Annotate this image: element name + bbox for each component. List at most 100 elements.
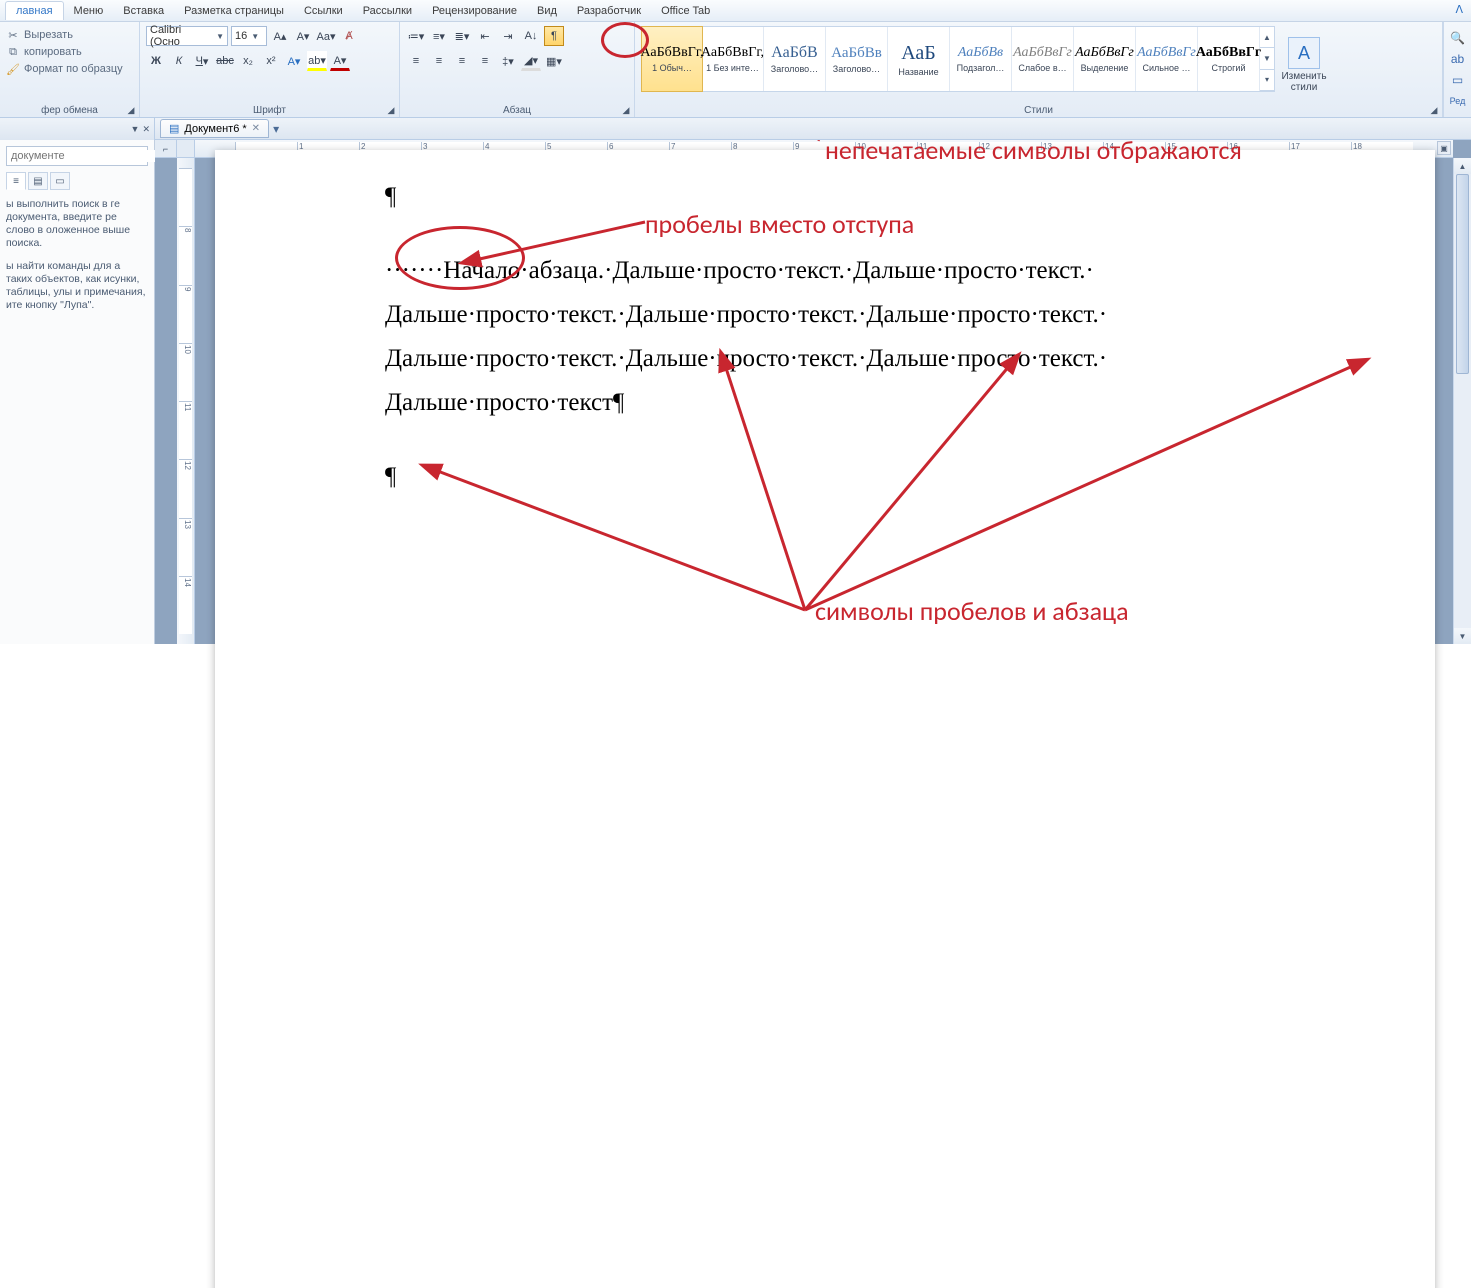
ruler-tick: 10: [179, 343, 192, 401]
document-tab[interactable]: ▤ Документ6 * ✕: [160, 119, 269, 138]
style-preview: АаБбВвГг,: [641, 45, 704, 61]
text-effects-button[interactable]: A▾: [284, 51, 304, 71]
minimize-ribbon-icon[interactable]: ᐱ: [1455, 3, 1463, 16]
numbering-button[interactable]: ≡▾: [429, 26, 449, 46]
cut-button[interactable]: ✂Вырезать: [6, 28, 123, 42]
align-center-button[interactable]: ≡: [429, 51, 449, 71]
search-input[interactable]: [7, 150, 157, 162]
group-font-label: Шрифт: [253, 105, 286, 116]
find-icon[interactable]: 🔍: [1450, 30, 1466, 46]
gallery-more-icon[interactable]: ▾: [1260, 70, 1274, 91]
line-spacing-button[interactable]: ‡▾: [498, 51, 518, 71]
style-preview: АаБбВвГг: [1075, 45, 1134, 61]
vertical-ruler[interactable]: 8 9 10 11 12 13 14: [177, 158, 195, 644]
sort-button[interactable]: A↓: [521, 26, 541, 46]
style-name: Слабое в…: [1018, 63, 1066, 73]
scroll-track[interactable]: [1454, 174, 1471, 628]
group-editing-label: Ред: [1450, 93, 1466, 109]
font-name-combo[interactable]: Calibri (Осно▼: [146, 26, 228, 46]
nav-tab-results-icon[interactable]: ▭: [50, 172, 70, 190]
replace-icon[interactable]: ab: [1450, 51, 1466, 67]
cut-label: Вырезать: [24, 29, 73, 41]
align-right-button[interactable]: ≡: [452, 51, 472, 71]
change-styles-button[interactable]: A Изменить стили: [1279, 26, 1329, 104]
format-painter-button[interactable]: 🖌Формат по образцу: [6, 62, 123, 76]
style-subtitle[interactable]: АаБбВвПодзагол…: [950, 27, 1012, 91]
change-case-button[interactable]: Aa▾: [316, 26, 336, 46]
clipboard-launcher-icon[interactable]: ◢: [125, 105, 137, 117]
menu-tab-insert[interactable]: Вставка: [113, 2, 174, 20]
style-nospacing[interactable]: АаБбВвГг,1 Без инте…: [702, 27, 764, 91]
align-left-button[interactable]: ≡: [406, 51, 426, 71]
copy-button[interactable]: ⧉копировать: [6, 45, 123, 59]
group-font: Calibri (Осно▼ 16▼ A▴ A▾ Aa▾ Ⱥ Ж К Ч▾ ab…: [140, 22, 400, 117]
ruler-corner: [177, 140, 195, 158]
ruler-tick: 13: [179, 518, 192, 576]
increase-indent-button[interactable]: ⇥: [498, 26, 518, 46]
style-heading2[interactable]: АаБбВвЗаголово…: [826, 27, 888, 91]
show-formatting-button[interactable]: ¶: [544, 26, 564, 46]
decrease-indent-button[interactable]: ⇤: [475, 26, 495, 46]
justify-button[interactable]: ≡: [475, 51, 495, 71]
vruler-inner: 8 9 10 11 12 13 14: [179, 168, 192, 634]
subscript-button[interactable]: x₂: [238, 51, 258, 71]
styles-launcher-icon[interactable]: ◢: [1428, 105, 1440, 117]
bullets-button[interactable]: ≔▾: [406, 26, 426, 46]
underline-button[interactable]: Ч▾: [192, 51, 212, 71]
page-content[interactable]: ¶ ·······Начало·абзаца.·Дальше·просто·те…: [385, 175, 1375, 499]
tab-selector[interactable]: ⌐: [155, 140, 177, 158]
menu-tab-officetab[interactable]: Office Tab: [651, 2, 720, 20]
document-page[interactable]: ¶ ·······Начало·абзаца.·Дальше·просто·те…: [215, 150, 1435, 1288]
font-color-button[interactable]: A▾: [330, 51, 350, 71]
style-title[interactable]: АаБ Название: [888, 27, 950, 91]
paragraph-mark: ¶: [385, 455, 1375, 499]
new-tab-icon[interactable]: ▾: [273, 122, 279, 136]
scroll-up-icon[interactable]: ▲: [1454, 158, 1471, 174]
ruler-tick: 9: [179, 285, 192, 343]
menu-tab-references[interactable]: Ссылки: [294, 2, 353, 20]
menu-tab-view[interactable]: Вид: [527, 2, 567, 20]
nav-tab-headings-icon[interactable]: ≡: [6, 172, 26, 190]
menu-tab-review[interactable]: Рецензирование: [422, 2, 527, 20]
style-intense[interactable]: АаБбВвГгСильное …: [1136, 27, 1198, 91]
gallery-up-icon[interactable]: ▲: [1260, 27, 1274, 48]
nav-pane-pin-icon[interactable]: ▼: [131, 124, 140, 134]
multilevel-button[interactable]: ≣▾: [452, 26, 472, 46]
grow-font-button[interactable]: A▴: [270, 26, 290, 46]
style-normal[interactable]: АаБбВвГг,1 Обыч…: [641, 26, 703, 92]
superscript-button[interactable]: x²: [261, 51, 281, 71]
style-heading1[interactable]: АаБбВЗаголово…: [764, 27, 826, 91]
gallery-down-icon[interactable]: ▼: [1260, 48, 1274, 69]
highlight-button[interactable]: ab▾: [307, 51, 327, 71]
nav-tab-pages-icon[interactable]: ▤: [28, 172, 48, 190]
nav-pane-close-icon[interactable]: ✕: [142, 124, 150, 135]
clear-formatting-button[interactable]: Ⱥ: [339, 26, 359, 46]
bold-button[interactable]: Ж: [146, 51, 166, 71]
strikethrough-button[interactable]: abc: [215, 51, 235, 71]
menu-tab-mailings[interactable]: Рассылки: [353, 2, 422, 20]
ruler-toggle-icon[interactable]: ▣: [1437, 141, 1451, 155]
menu-tab-pagelayout[interactable]: Разметка страницы: [174, 2, 294, 20]
paragraph-launcher-icon[interactable]: ◢: [620, 105, 632, 117]
style-emphasis[interactable]: АаБбВвГгВыделение: [1074, 27, 1136, 91]
borders-button[interactable]: ▦▾: [544, 51, 564, 71]
style-preview: АаБ: [901, 42, 936, 65]
menu-tab-home[interactable]: лавная: [5, 1, 64, 20]
select-icon[interactable]: ▭: [1450, 72, 1466, 88]
styles-gallery: АаБбВвГг,1 Обыч… АаБбВвГг,1 Без инте… Аа…: [641, 26, 1275, 92]
shading-button[interactable]: ◢▾: [521, 51, 541, 71]
font-launcher-icon[interactable]: ◢: [385, 105, 397, 117]
style-preview: АаБбВвГг: [1196, 45, 1261, 61]
scroll-down-icon[interactable]: ▼: [1454, 628, 1471, 644]
menu-tab-menu[interactable]: Меню: [64, 2, 114, 20]
italic-button[interactable]: К: [169, 51, 189, 71]
style-strong[interactable]: АаБбВвГгСтрогий: [1198, 27, 1260, 91]
style-name: Название: [898, 67, 938, 77]
scroll-thumb[interactable]: [1456, 174, 1469, 374]
close-tab-icon[interactable]: ✕: [252, 123, 260, 134]
menu-tab-developer[interactable]: Разработчик: [567, 2, 651, 20]
style-subtle[interactable]: АаБбВвГгСлабое в…: [1012, 27, 1074, 91]
ruler-tick: 11: [179, 401, 192, 459]
font-size-combo[interactable]: 16▼: [231, 26, 267, 46]
shrink-font-button[interactable]: A▾: [293, 26, 313, 46]
